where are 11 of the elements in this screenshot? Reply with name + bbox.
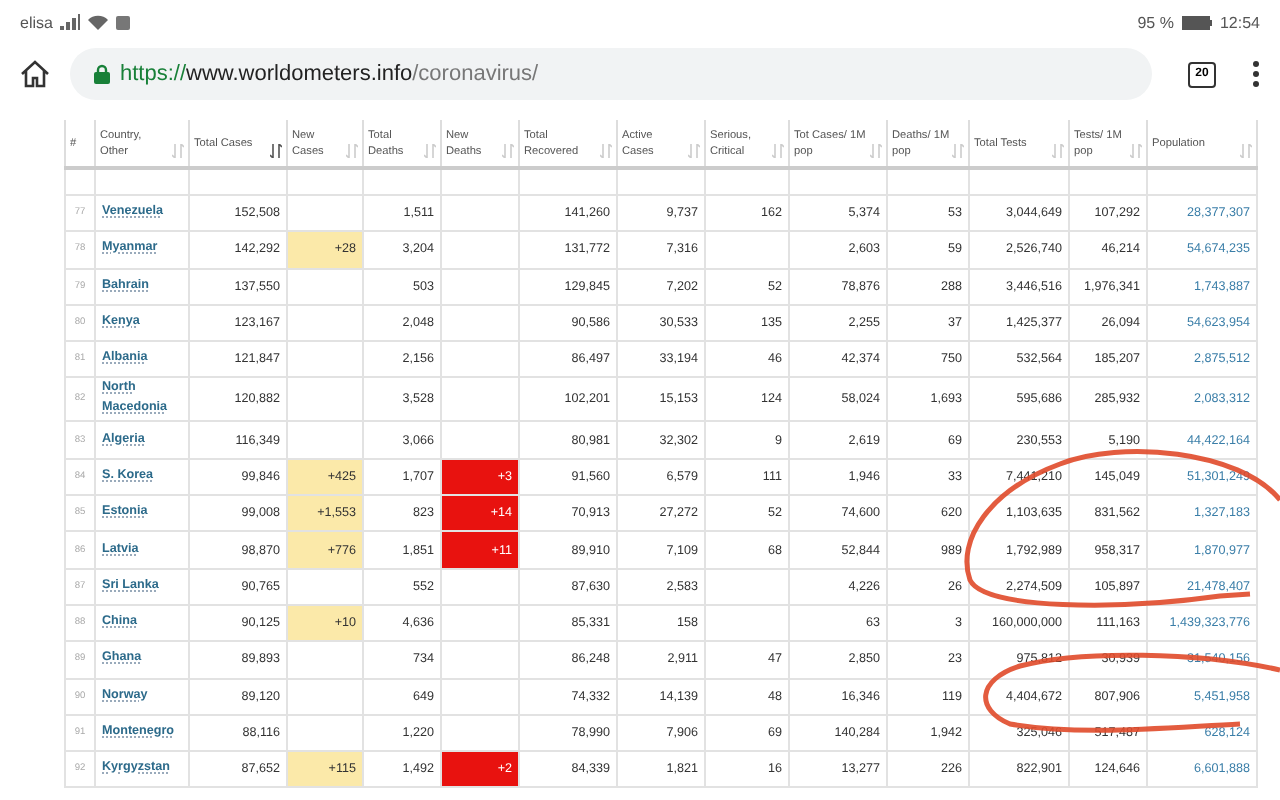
lock-icon <box>94 64 110 84</box>
url-field[interactable]: https://www.worldometers.info/coronavirus/ <box>70 48 1152 100</box>
clock-time: 12:54 <box>1219 13 1260 31</box>
carrier-name: elisa <box>20 13 53 31</box>
signal-icon <box>60 14 81 30</box>
more-menu-icon[interactable] <box>1252 60 1260 88</box>
battery-icon <box>1181 15 1212 29</box>
wifi-icon <box>88 14 109 30</box>
notification-icon <box>116 15 131 29</box>
battery-percentage: 95 % <box>1137 13 1174 31</box>
home-icon[interactable] <box>20 60 50 88</box>
